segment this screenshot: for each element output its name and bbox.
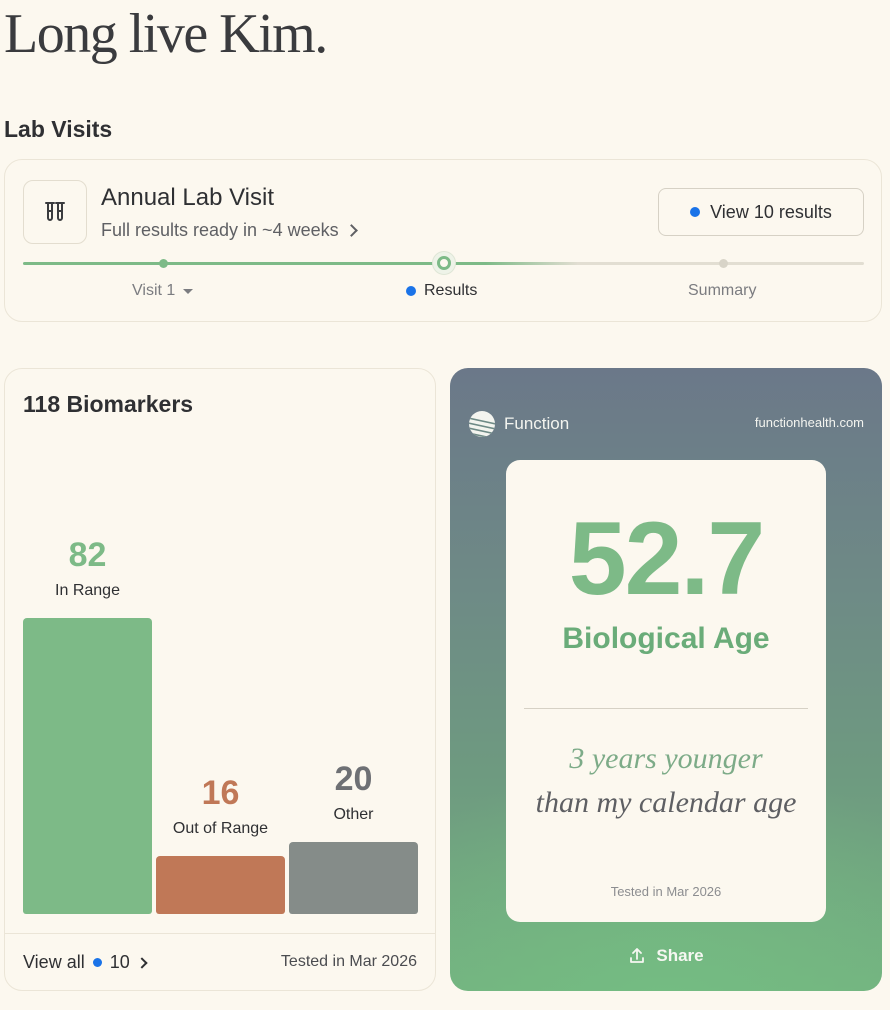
unread-dot-icon xyxy=(690,207,701,217)
step-summary[interactable]: Summary xyxy=(688,282,756,300)
divider xyxy=(524,708,808,709)
biomarker-bar xyxy=(156,856,285,914)
biomarker-bar-value: 20 xyxy=(334,760,373,798)
biomarkers-tested-date: Tested in Mar 2026 xyxy=(280,953,417,970)
biomarker-bar-label: In Range xyxy=(55,582,120,599)
biological-age-card: 52.7 Biological Age 3 years younger than… xyxy=(506,460,826,922)
view-all-label: View all xyxy=(23,952,85,972)
lab-visit-card: Annual Lab Visit Full results ready in ~… xyxy=(4,159,882,322)
view-results-button[interactable]: View 10 results xyxy=(658,188,864,236)
step-dot-visit xyxy=(159,259,168,268)
chevron-right-icon xyxy=(136,956,148,969)
biological-age-value: 52.7 xyxy=(568,501,765,617)
step-label-results: Results xyxy=(424,282,478,299)
visit-title: Annual Lab Visit xyxy=(101,184,275,211)
chevron-right-icon xyxy=(344,224,358,237)
visit-subtitle: Full results ready in ~4 weeks xyxy=(101,220,339,240)
view-results-label: View 10 results xyxy=(710,201,832,222)
step-label-summary: Summary xyxy=(688,282,757,299)
caret-down-icon xyxy=(183,288,194,294)
share-button[interactable]: Share xyxy=(450,946,882,966)
share-icon xyxy=(630,948,645,963)
step-results[interactable]: Results xyxy=(406,282,477,300)
biomarker-bar-value: 82 xyxy=(68,536,107,574)
biological-age-label: Biological Age xyxy=(562,622,770,655)
view-all-link[interactable]: View all 10 xyxy=(23,952,148,973)
age-tested-date: Tested in Mar 2026 xyxy=(610,884,722,899)
step-label-visit: Visit 1 xyxy=(132,282,176,299)
biomarker-bar-value: 16 xyxy=(201,774,240,812)
function-brand: Function xyxy=(468,410,569,438)
test-tubes-icon xyxy=(23,180,87,244)
biomarkers-footer: View all 10 Tested in Mar 2026 xyxy=(5,933,435,990)
biomarker-bar-label: Out of Range xyxy=(172,820,269,837)
unread-dot-icon xyxy=(92,958,102,967)
step-dot-summary xyxy=(719,259,728,268)
share-label: Share xyxy=(656,946,704,965)
visit-subtitle-link[interactable]: Full results ready in ~4 weeks xyxy=(101,220,358,241)
biomarker-bar-label: Other xyxy=(333,806,374,823)
view-all-count: 10 xyxy=(109,952,130,972)
biological-age-share-card: Function functionhealth.com 52.7 Biologi… xyxy=(450,368,882,991)
function-brand-name: Function xyxy=(504,414,570,433)
page-title: Long live Kim. xyxy=(4,3,328,65)
biomarker-bar xyxy=(23,618,152,914)
unread-dot-icon xyxy=(406,286,416,296)
step-current-marker xyxy=(432,251,456,275)
function-logo-icon xyxy=(469,411,495,437)
function-url: functionhealth.com xyxy=(754,415,864,430)
biomarker-bar xyxy=(289,842,418,914)
age-comparison-line2: than my calendar age xyxy=(535,786,797,819)
biomarkers-card: 118 Biomarkers In Range 82 Out of Range 16 O… xyxy=(4,368,436,991)
biomarkers-title: 118 Biomarkers xyxy=(23,391,194,417)
age-comparison-line1: 3 years younger xyxy=(569,742,763,775)
step-visit-dropdown[interactable]: Visit 1 xyxy=(132,282,194,300)
lab-visits-heading: Lab Visits xyxy=(4,116,113,142)
